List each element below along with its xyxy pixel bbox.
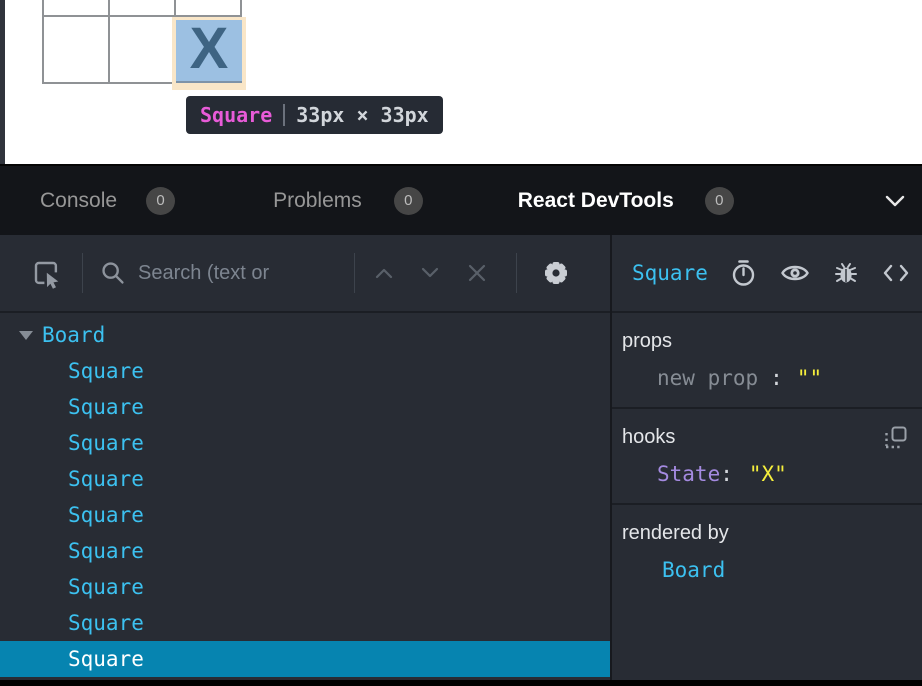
tab-console-label: Console <box>40 189 117 213</box>
tooltip-divider <box>283 104 285 126</box>
component-tree: Board Square Square Square Square Square… <box>0 313 610 680</box>
rendered-by-title: rendered by <box>622 522 729 545</box>
hook-separator: : <box>720 462 733 486</box>
chevron-down-icon <box>882 193 908 209</box>
inspect-dom-button[interactable] <box>780 262 810 284</box>
toolbar-divider <box>82 253 83 293</box>
collapse-panel-button[interactable] <box>882 193 908 209</box>
tree-node-square[interactable]: Square <box>0 533 610 569</box>
props-title: props <box>622 330 672 353</box>
gear-icon <box>541 258 571 288</box>
tree-node-label: Square <box>0 503 144 527</box>
new-prop-input[interactable]: new prop <box>657 366 758 390</box>
tree-node-square[interactable]: Square <box>0 641 610 677</box>
eye-icon <box>780 262 810 284</box>
clear-search-button[interactable] <box>466 262 488 284</box>
tree-node-square[interactable]: Square <box>0 569 610 605</box>
components-tree-panel: Board Square Square Square Square Square… <box>0 235 612 680</box>
inspect-icon <box>30 257 62 289</box>
tree-node-board[interactable]: Board <box>0 317 610 353</box>
hooks-title: hooks <box>622 426 675 449</box>
page-preview: X Square 33px × 33px <box>0 0 922 164</box>
next-match-button[interactable] <box>419 266 441 280</box>
expand-arrow-icon[interactable] <box>19 331 33 340</box>
tree-node-square[interactable]: Square <box>0 461 610 497</box>
board-cell[interactable] <box>109 16 175 83</box>
window-bottom-edge <box>0 680 922 686</box>
tab-problems-label: Problems <box>273 189 362 213</box>
log-component-button[interactable] <box>833 259 859 287</box>
chevron-down-icon <box>419 266 441 280</box>
tree-node-label: Square <box>0 647 144 671</box>
tree-node-square[interactable]: Square <box>0 425 610 461</box>
hook-name: State <box>657 462 720 486</box>
tree-node-label: Square <box>0 431 144 455</box>
tab-problems-badge: 0 <box>394 187 423 215</box>
previous-match-button[interactable] <box>373 266 395 280</box>
tab-console[interactable]: Console 0 <box>40 187 175 215</box>
new-prop-row: new prop : "" <box>612 363 922 393</box>
tree-node-label: Board <box>42 323 105 347</box>
parse-hooks-icon <box>883 425 908 450</box>
tree-node-label: Square <box>0 467 144 491</box>
hook-value-input[interactable]: "X" <box>749 462 787 486</box>
window-left-edge <box>0 0 5 164</box>
tab-console-badge: 0 <box>146 187 175 215</box>
tree-node-square[interactable]: Square <box>0 497 610 533</box>
inspect-tooltip: Square 33px × 33px <box>186 96 443 134</box>
tree-node-square[interactable]: Square <box>0 353 610 389</box>
bug-icon <box>833 259 859 287</box>
hook-state-row: State : "X" <box>612 459 922 489</box>
suspense-toggle-button[interactable] <box>730 259 757 288</box>
chevron-up-icon <box>373 266 395 280</box>
hooks-section: hooks State : "X" <box>612 409 922 505</box>
inspect-element-button[interactable] <box>30 257 62 289</box>
inspected-element-panel: Square <box>612 235 922 680</box>
board-cell[interactable] <box>43 16 109 83</box>
tab-react-devtools[interactable]: React DevTools 0 <box>518 187 734 215</box>
tree-node-label: Square <box>0 395 144 419</box>
react-devtools-panel: Board Square Square Square Square Square… <box>0 235 922 680</box>
toolbar-divider <box>516 253 517 293</box>
props-section: props new prop : "" <box>612 313 922 409</box>
search-input[interactable] <box>138 262 354 285</box>
board-cell-highlighted[interactable]: X <box>176 20 242 83</box>
prop-separator: : <box>770 366 783 390</box>
tree-node-square[interactable]: Square <box>0 389 610 425</box>
code-icon <box>882 263 910 283</box>
tab-react-devtools-badge: 0 <box>705 187 734 215</box>
tooltip-dimensions: 33px × 33px <box>296 103 428 127</box>
search-icon <box>100 260 126 286</box>
stopwatch-icon <box>730 259 757 288</box>
inspector-toolbar: Square <box>612 235 922 313</box>
board-cell[interactable] <box>109 0 175 16</box>
x-mark: X <box>190 20 229 82</box>
tooltip-component-name: Square <box>200 103 272 127</box>
rendered-by-section: rendered by Board <box>612 505 922 680</box>
toolbar-divider <box>354 253 355 293</box>
rendered-by-owner-link[interactable]: Board <box>612 558 725 582</box>
parse-hook-names-button[interactable] <box>883 425 908 450</box>
tree-node-square[interactable]: Square <box>0 605 610 641</box>
close-icon <box>466 262 488 284</box>
new-prop-value-input[interactable]: "" <box>797 366 822 390</box>
board-cell[interactable] <box>43 0 109 16</box>
tab-react-devtools-label: React DevTools <box>518 189 674 213</box>
tree-node-label: Square <box>0 359 144 383</box>
tab-problems[interactable]: Problems 0 <box>273 187 423 215</box>
tree-node-label: Square <box>0 611 144 635</box>
selected-component-name: Square <box>632 261 708 285</box>
tree-toolbar <box>0 235 610 313</box>
settings-button[interactable] <box>541 258 571 288</box>
view-source-button[interactable] <box>882 263 910 283</box>
tree-node-label: Square <box>0 575 144 599</box>
tree-children: Square Square Square Square Square Squar… <box>0 353 610 677</box>
board-cell[interactable] <box>175 0 241 16</box>
devtools-tabbar: Console 0 Problems 0 React DevTools 0 <box>0 164 922 235</box>
tree-node-label: Square <box>0 539 144 563</box>
